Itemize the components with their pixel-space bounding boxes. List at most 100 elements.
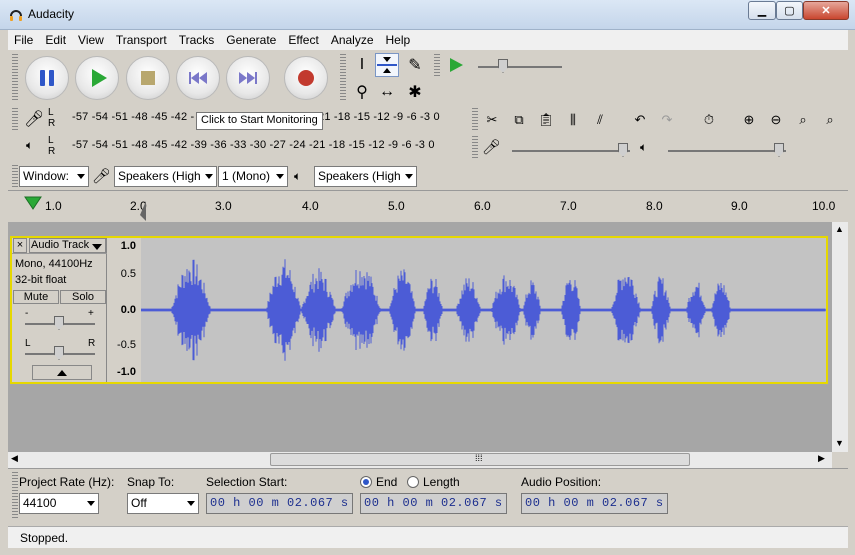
output-volume-track <box>668 150 786 152</box>
channels-select[interactable]: 1 (Mono) <box>218 166 288 187</box>
play-speed-grip[interactable] <box>434 54 440 76</box>
edit-grip[interactable] <box>472 108 478 130</box>
scroll-right-icon[interactable]: ▶ <box>818 453 825 464</box>
solo-button[interactable]: Solo <box>60 290 106 304</box>
cut-button[interactable]: ✂ <box>480 108 504 132</box>
amplitude-label: 0.5 <box>120 268 136 280</box>
mixer-grip[interactable] <box>472 136 478 158</box>
vertical-scrollbar[interactable]: ▲ ▼ <box>832 222 848 452</box>
track-menu-chevron-icon <box>92 244 102 250</box>
menu-help[interactable]: Help <box>380 33 417 47</box>
zoom-in-button[interactable]: ⊕ <box>737 108 761 132</box>
fit-project-button[interactable]: ⌕ <box>818 108 842 132</box>
selection-end-field[interactable]: 00 h 00 m 02.067 s <box>360 493 507 514</box>
project-rate-select[interactable]: 44100 <box>19 493 99 514</box>
device-grip[interactable] <box>12 165 18 187</box>
toolbar-grip[interactable] <box>12 54 18 102</box>
amplitude-label: 0.0 <box>120 304 136 316</box>
menu-view[interactable]: View <box>72 33 110 47</box>
pan-slider[interactable] <box>54 346 64 360</box>
skip-to-end-button[interactable] <box>226 56 270 100</box>
playback-device-value: Speakers (High <box>318 169 401 183</box>
recording-device-select[interactable]: Speakers (High <box>114 166 217 187</box>
menu-transport[interactable]: Transport <box>110 33 173 47</box>
record-button[interactable] <box>284 56 328 100</box>
scroll-grip-icon: ⁞⁞⁞ <box>475 453 483 463</box>
record-meter-scale-start: -57 -54 -51 -48 -45 -42 - <box>72 111 195 123</box>
meter-r-label: R <box>48 146 56 157</box>
menu-generate[interactable]: Generate <box>220 33 282 47</box>
audio-host-select[interactable]: Window: <box>19 166 89 187</box>
tick-label: 7.0 <box>560 199 577 213</box>
end-radio[interactable] <box>360 476 372 488</box>
gain-slider[interactable] <box>54 316 64 330</box>
redo-icon: ↷ <box>661 112 673 127</box>
selection-start-field[interactable]: 00 h 00 m 02.067 s <box>206 493 353 514</box>
gain-plus-label: + <box>88 308 94 319</box>
skip-to-start-button[interactable] <box>176 56 220 100</box>
tools-grip[interactable] <box>340 54 346 102</box>
window-title: Audacity <box>28 7 75 21</box>
selection-start-label: Selection Start: <box>206 475 288 489</box>
envelope-tool[interactable] <box>375 53 399 77</box>
selection-tool[interactable]: I <box>350 53 374 77</box>
trim-icon: ⫼ <box>570 112 576 127</box>
zoom-tool[interactable]: ⚲ <box>350 80 374 104</box>
meter-grip[interactable] <box>12 108 18 130</box>
redo-button[interactable]: ↷ <box>655 108 679 132</box>
menu-analyze[interactable]: Analyze <box>325 33 380 47</box>
microphone-icon: 🎤︎ <box>24 111 45 128</box>
horizontal-scrollbar[interactable]: ◀ ⁞⁞⁞ ▶ <box>8 452 832 468</box>
draw-tool[interactable]: ✎ <box>403 53 427 77</box>
menu-file[interactable]: File <box>8 33 39 47</box>
undo-button[interactable]: ↶ <box>628 108 652 132</box>
meter-r-label: R <box>48 118 56 129</box>
output-volume-icon: 🔈︎ <box>640 140 648 154</box>
horizontal-scroll-thumb[interactable]: ⁞⁞⁞ <box>270 453 690 466</box>
meter-l-label: L <box>48 135 54 146</box>
play-button[interactable] <box>75 56 119 100</box>
fit-selection-icon: ⌕ <box>799 112 807 127</box>
fit-selection-button[interactable]: ⌕ <box>791 108 815 132</box>
record-icon <box>298 70 314 86</box>
zoom-out-button[interactable]: ⊖ <box>764 108 788 132</box>
snap-to-select[interactable]: Off <box>127 493 199 514</box>
pause-button[interactable] <box>25 56 69 100</box>
scroll-left-icon[interactable]: ◀ <box>11 453 18 464</box>
tick-label: 4.0 <box>302 199 319 213</box>
multi-tool[interactable]: ✱ <box>403 80 427 104</box>
menu-tracks[interactable]: Tracks <box>173 33 221 47</box>
track-close-button[interactable]: × <box>13 238 27 253</box>
selection-toolbar-grip[interactable] <box>12 472 18 520</box>
minimize-button[interactable]: ▁ <box>748 1 776 20</box>
menu-effect[interactable]: Effect <box>282 33 324 47</box>
sync-lock-button[interactable]: ⏱︎ <box>697 108 721 132</box>
track-name-menu[interactable]: Audio Track <box>29 238 106 253</box>
play-at-speed-button[interactable] <box>444 53 468 77</box>
collapse-track-button[interactable] <box>32 365 92 380</box>
silence-button[interactable]: ⫽ <box>588 108 612 132</box>
stop-button[interactable] <box>126 56 170 100</box>
mute-button[interactable]: Mute <box>13 290 59 304</box>
timeline-ruler[interactable]: 1.0 2.0 3.0 4.0 5.0 6.0 7.0 8.0 9.0 10.0 <box>8 190 848 221</box>
menu-edit[interactable]: Edit <box>39 33 72 47</box>
paste-button[interactable]: 📋︎ <box>534 108 558 132</box>
playback-device-select[interactable]: Speakers (High <box>314 166 417 187</box>
copy-button[interactable]: ⧉ <box>507 108 531 132</box>
amplitude-label: -0.5 <box>117 339 136 351</box>
time-shift-tool[interactable]: ↔ <box>375 80 399 104</box>
title-bar: Audacity ▁ ▢ ✕ <box>0 0 855 30</box>
scroll-down-icon[interactable]: ▼ <box>835 438 844 448</box>
maximize-button[interactable]: ▢ <box>776 1 803 20</box>
playback-meter[interactable]: 🔈︎ L R -57 -54 -51 -48 -45 -42 -39 -36 -… <box>20 136 460 158</box>
skip-to-end-icon <box>239 72 257 84</box>
scroll-up-icon[interactable]: ▲ <box>835 224 844 234</box>
playback-meter-scale: -57 -54 -51 -48 -45 -42 -39 -36 -33 -30 … <box>72 139 435 151</box>
pan-left-label: L <box>25 338 31 349</box>
trim-button[interactable]: ⫼ <box>561 108 585 132</box>
audio-position-field[interactable]: 00 h 00 m 02.067 s <box>521 493 668 514</box>
close-window-button[interactable]: ✕ <box>803 1 849 20</box>
waveform-display[interactable] <box>140 238 826 382</box>
length-radio[interactable] <box>407 476 419 488</box>
amplitude-label: -1.0 <box>117 366 136 378</box>
